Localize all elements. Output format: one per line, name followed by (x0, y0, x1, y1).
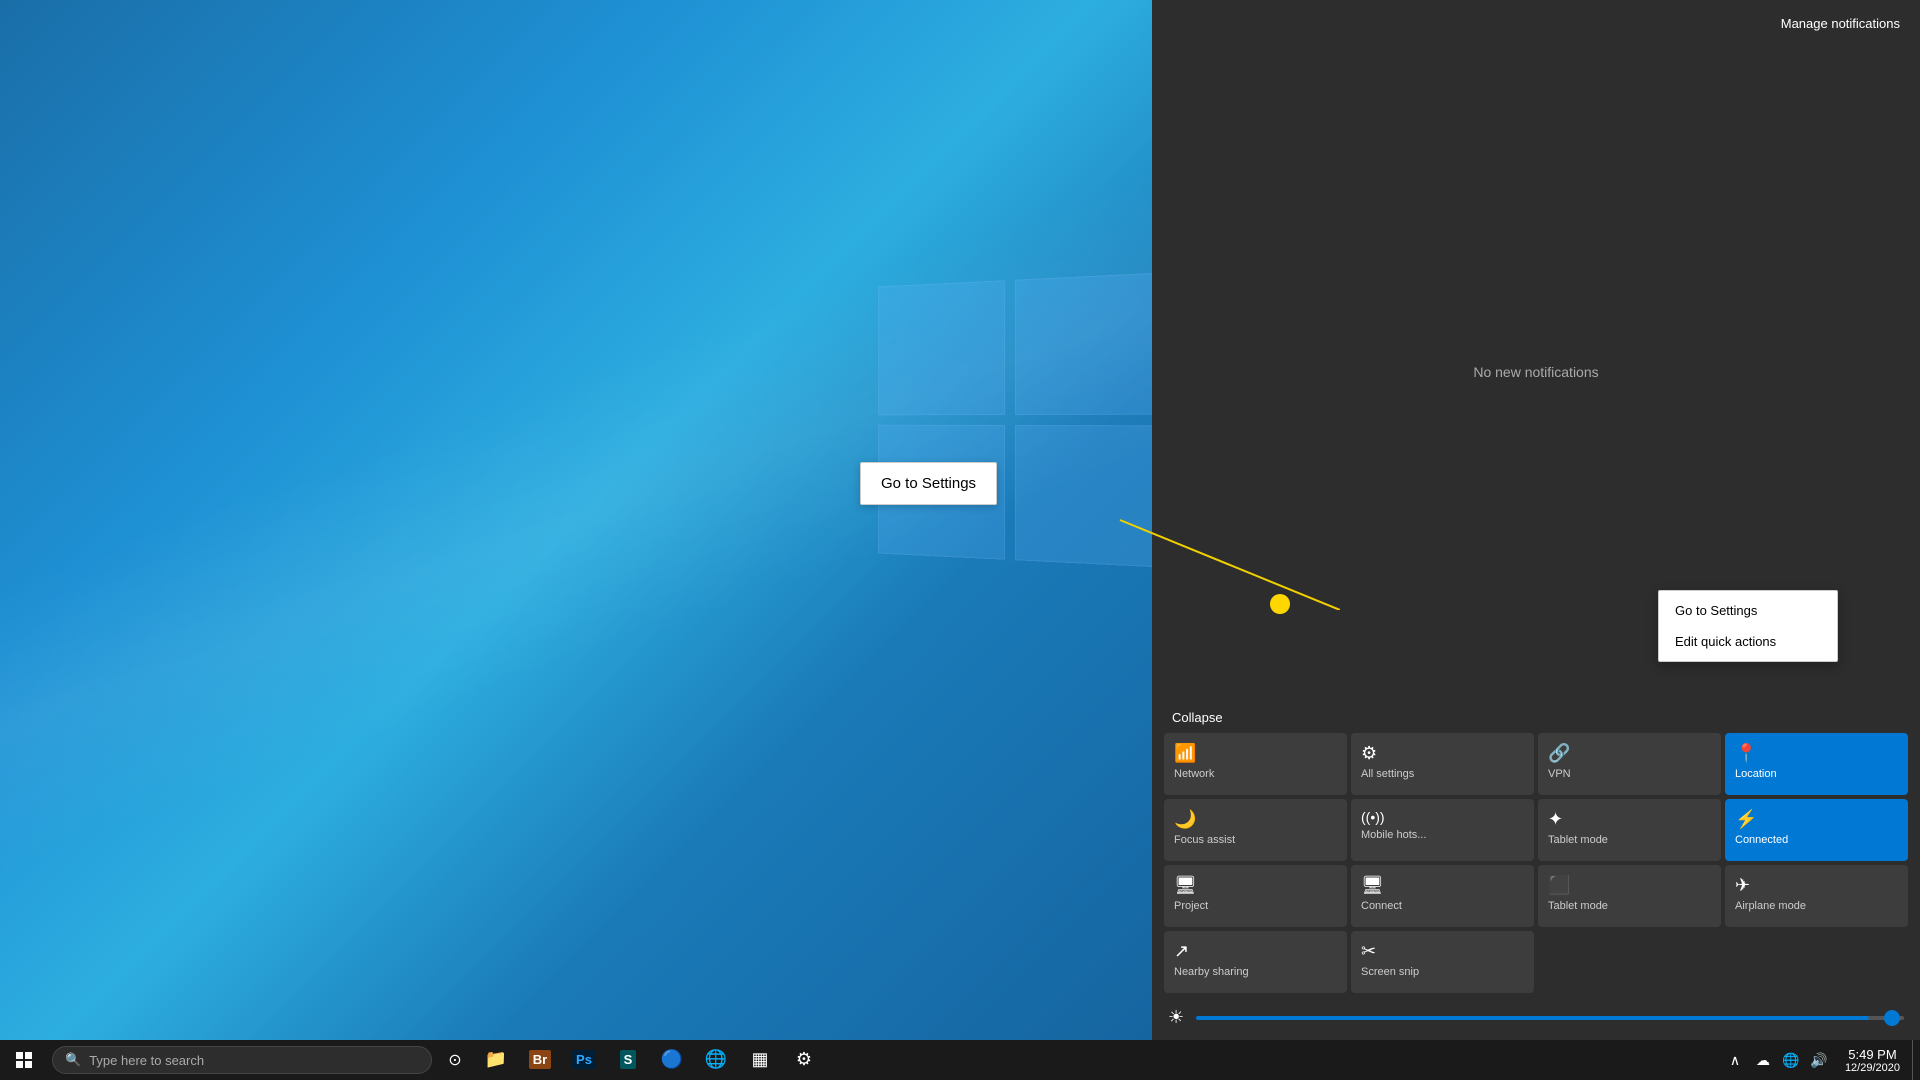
search-placeholder: Type here to search (89, 1053, 204, 1068)
location-label: Location (1735, 768, 1898, 780)
quick-tile-connect[interactable]: 🖥 Connect (1351, 865, 1534, 927)
all-settings-label: All settings (1361, 768, 1524, 780)
tablet-mode-label: Tablet mode (1548, 834, 1711, 846)
bluetooth-label: Connected (1735, 834, 1898, 846)
taskbar-app-file-explorer[interactable]: 📁 (474, 1040, 518, 1080)
collapse-button[interactable]: Collapse (1152, 702, 1920, 729)
cursor-dot (1270, 594, 1290, 614)
quick-tile-location[interactable]: 📍 Location (1725, 733, 1908, 795)
tray-chevron[interactable]: ∧ (1721, 1040, 1749, 1080)
empty-tile-1 (1538, 931, 1721, 993)
location-icon: 📍 (1735, 743, 1757, 764)
quick-tile-focus-assist[interactable]: 🌙 Focus assist (1164, 799, 1347, 861)
goto-settings-popup: Go to Settings (860, 462, 997, 505)
manage-notifications-button[interactable]: Manage notifications (1152, 0, 1920, 41)
taskbar-app-app5[interactable]: S (606, 1040, 650, 1080)
nearby-sharing-label: Nearby sharing (1174, 966, 1337, 978)
bluetooth-icon: ⚡ (1735, 809, 1757, 830)
screen-snip-label: Screen snip (1361, 966, 1524, 978)
brightness-slider[interactable] (1196, 1016, 1904, 1020)
taskbar-settings-icon: ⚙ (796, 1049, 812, 1070)
quick-tile-bluetooth[interactable]: ⚡ Connected (1725, 799, 1908, 861)
focus-assist-icon: 🌙 (1174, 809, 1196, 830)
taskbar-app-app8[interactable]: ▦ (738, 1040, 782, 1080)
project-icon: 🖥 (1174, 875, 1197, 896)
tablet-mode2-label: Tablet mode (1548, 900, 1711, 912)
mobile-hotspot-label: Mobile hots... (1361, 829, 1524, 841)
app8-icon: ▦ (751, 1049, 768, 1070)
network-icon: 📶 (1174, 743, 1196, 764)
tray-onedrive[interactable]: ☁ (1749, 1040, 1777, 1080)
onedrive-icon: ☁ (1756, 1052, 1770, 1069)
photoshop-icon: Ps (572, 1050, 596, 1069)
quick-tile-screen-snip[interactable]: ✂ Screen snip (1351, 931, 1534, 993)
windows-logo-desktop (870, 280, 1170, 580)
vpn-icon: 🔗 (1548, 743, 1570, 764)
app5-icon: S (620, 1050, 637, 1069)
focus-assist-label: Focus assist (1174, 834, 1337, 846)
quick-actions-grid: 📶 Network ⚙ All settings 🔗 VPN 📍 Locatio… (1152, 729, 1920, 1001)
cortana-button[interactable]: ⊙ (436, 1040, 474, 1080)
chrome-icon: 🌐 (705, 1049, 727, 1070)
network-label: Network (1174, 768, 1337, 780)
mobile-hotspot-icon: ((•)) (1361, 809, 1385, 825)
connect-icon: 🖥 (1361, 875, 1384, 896)
ctx-edit-quick-actions[interactable]: Edit quick actions (1659, 626, 1837, 657)
project-label: Project (1174, 900, 1337, 912)
tray-volume[interactable]: 🔊 (1805, 1040, 1833, 1080)
show-desktop-button[interactable] (1912, 1040, 1920, 1080)
quick-tile-tablet-mode2[interactable]: ⬛ Tablet mode (1538, 865, 1721, 927)
search-icon: 🔍 (65, 1052, 81, 1068)
empty-tile-2 (1725, 931, 1908, 993)
no-notifications-text: No new notifications (1473, 364, 1598, 380)
taskbar-app-bridge[interactable]: Br (518, 1040, 562, 1080)
tablet-mode-icon: ✦ (1548, 809, 1563, 830)
goto-settings-label: Go to Settings (881, 475, 976, 492)
quick-tile-vpn[interactable]: 🔗 VPN (1538, 733, 1721, 795)
file-explorer-icon: 📁 (485, 1049, 507, 1070)
tablet-mode2-icon: ⬛ (1548, 875, 1570, 896)
brightness-row: ☀ (1152, 1001, 1920, 1040)
taskbar-app-photoshop[interactable]: Ps (562, 1040, 606, 1080)
taskbar-app-chrome[interactable]: 🌐 (694, 1040, 738, 1080)
connect-label: Connect (1361, 900, 1524, 912)
quick-tile-airplane-mode[interactable]: ✈ Airplane mode (1725, 865, 1908, 927)
app6-icon: 🔵 (661, 1049, 683, 1070)
clock-date: 12/29/2020 (1845, 1062, 1900, 1074)
quick-tile-network[interactable]: 📶 Network (1164, 733, 1347, 795)
search-bar[interactable]: 🔍 Type here to search (52, 1046, 432, 1074)
screen-snip-icon: ✂ (1361, 941, 1376, 962)
airplane-mode-icon: ✈ (1735, 875, 1750, 896)
cortana-icon: ⊙ (448, 1050, 461, 1070)
quick-tile-mobile-hotspot[interactable]: ((•)) Mobile hots... (1351, 799, 1534, 861)
airplane-mode-label: Airplane mode (1735, 900, 1898, 912)
quick-tile-tablet-mode[interactable]: ✦ Tablet mode (1538, 799, 1721, 861)
brightness-icon: ☀ (1168, 1007, 1184, 1028)
vpn-label: VPN (1548, 768, 1711, 780)
volume-icon: 🔊 (1810, 1052, 1827, 1069)
taskbar-right: ∧ ☁ 🌐 🔊 5:49 PM 12/29/2020 (1721, 1040, 1920, 1080)
tray-network[interactable]: 🌐 (1777, 1040, 1805, 1080)
quick-tile-nearby-sharing[interactable]: ↗ Nearby sharing (1164, 931, 1347, 993)
clock-time: 5:49 PM (1848, 1047, 1896, 1062)
action-center: Manage notifications No new notification… (1152, 0, 1920, 1040)
brightness-thumb (1884, 1010, 1900, 1026)
all-settings-icon: ⚙ (1361, 743, 1377, 764)
taskbar-app-app6[interactable]: 🔵 (650, 1040, 694, 1080)
taskbar: 🔍 Type here to search ⊙ 📁 Br Ps S 🔵 🌐 ▦ … (0, 1040, 1920, 1080)
desktop (0, 0, 1152, 1040)
quick-tile-project[interactable]: 🖥 Project (1164, 865, 1347, 927)
windows-icon (16, 1052, 32, 1068)
chevron-up-icon: ∧ (1730, 1052, 1740, 1069)
start-button[interactable] (0, 1040, 48, 1080)
taskbar-app-settings[interactable]: ⚙ (782, 1040, 826, 1080)
nearby-sharing-icon: ↗ (1174, 941, 1189, 962)
context-menu: Go to Settings Edit quick actions (1658, 590, 1838, 662)
bridge-icon: Br (529, 1050, 551, 1069)
quick-tile-all-settings[interactable]: ⚙ All settings (1351, 733, 1534, 795)
ctx-go-to-settings[interactable]: Go to Settings (1659, 595, 1837, 626)
network-tray-icon: 🌐 (1782, 1052, 1799, 1069)
clock[interactable]: 5:49 PM 12/29/2020 (1833, 1040, 1912, 1080)
